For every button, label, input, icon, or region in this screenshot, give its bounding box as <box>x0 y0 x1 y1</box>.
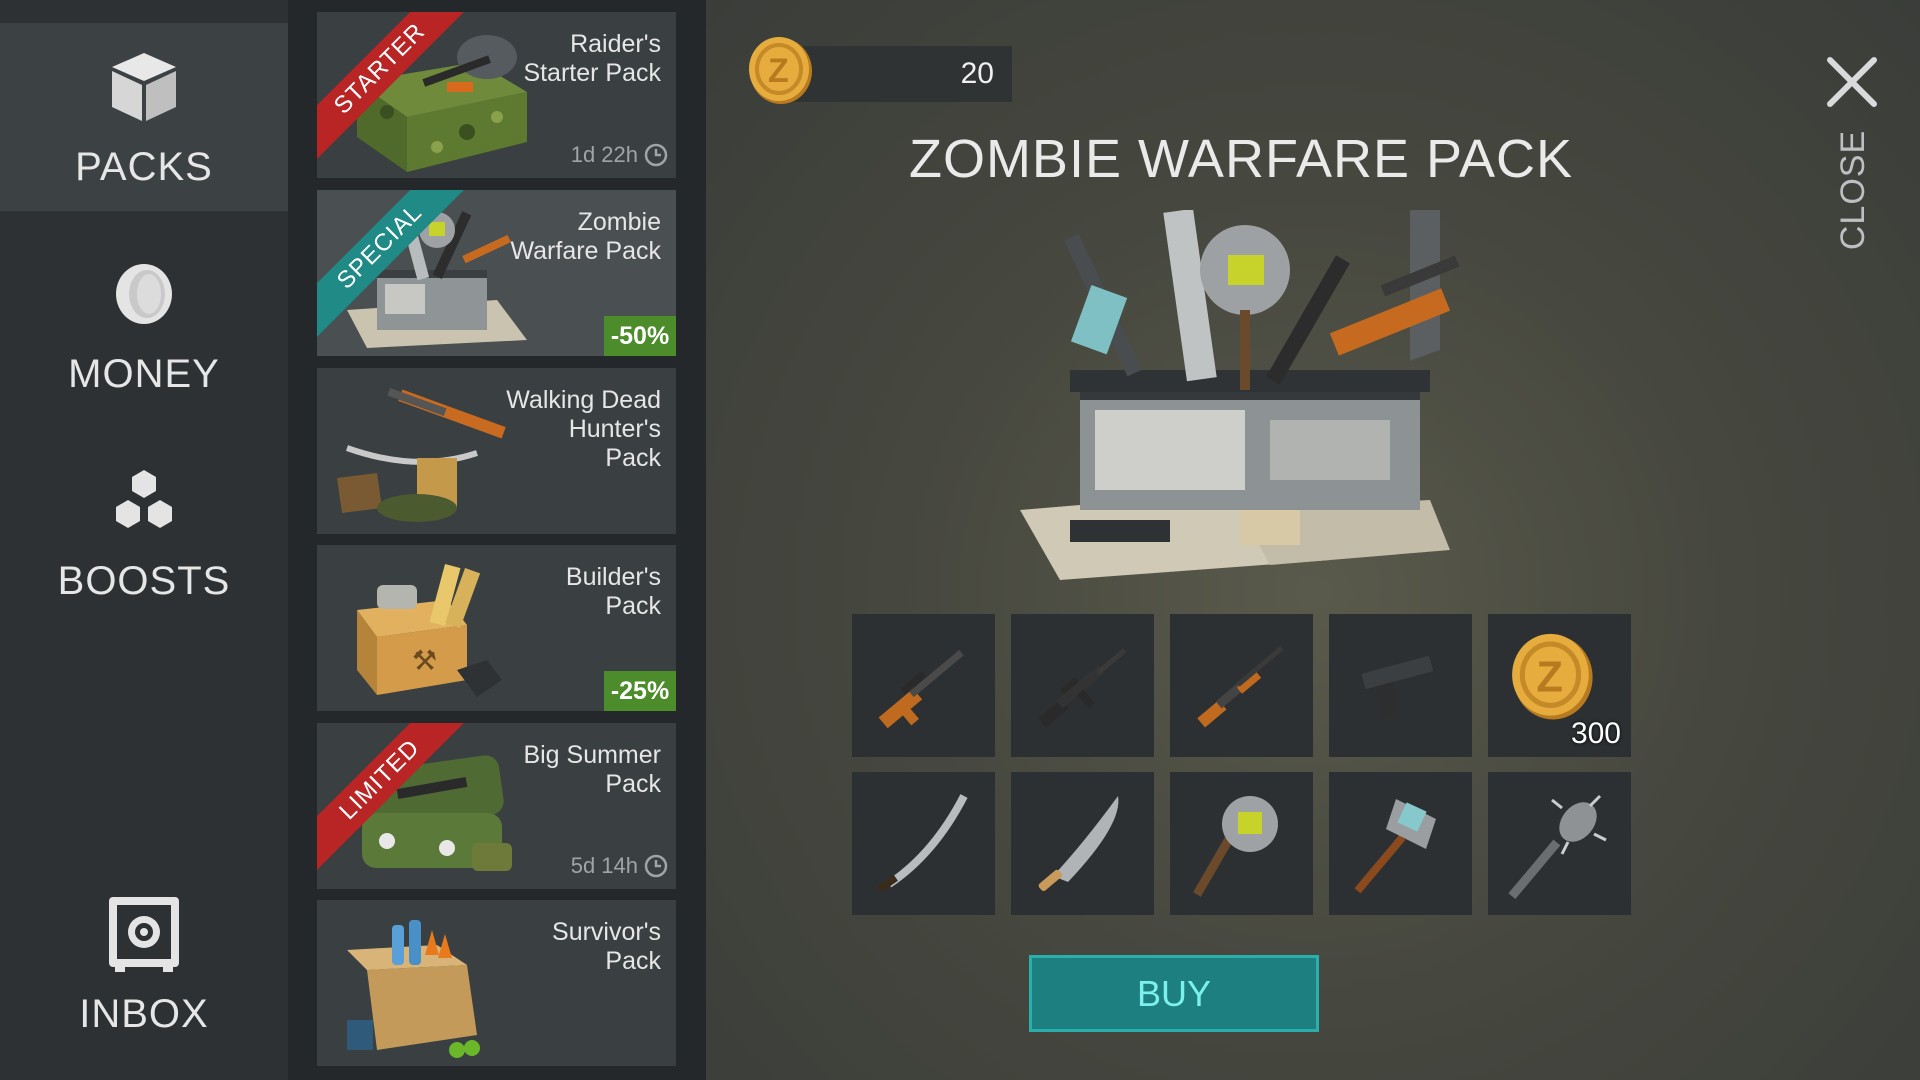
zcoin-icon: Z <box>749 37 812 104</box>
item-slot[interactable] <box>1329 772 1472 915</box>
page-title: ZOMBIE WARFARE PACK <box>908 129 1574 189</box>
pack-card-survivors[interactable]: Survivor's Pack <box>317 900 676 1066</box>
pack-timer-text: 5d 14h <box>570 853 638 878</box>
item-slot[interactable] <box>1011 614 1154 757</box>
sidebar-item-label: PACKS <box>75 145 213 189</box>
sledgehammer-icon <box>1353 798 1436 893</box>
sidebar-item-packs[interactable]: PACKS <box>0 23 288 211</box>
discount-badge: -25% <box>604 671 676 711</box>
pack-card-hunters[interactable]: Walking Dead Hunter's Pack <box>317 368 676 534</box>
pack-card-raiders-starter[interactable]: STARTER Raider's Starter Pack 1d 22h <box>317 12 676 178</box>
sidebar-item-inbox[interactable]: INBOX <box>0 870 288 1058</box>
pack-timer-text: 1d 22h <box>570 142 638 167</box>
close-label[interactable]: CLOSE <box>1803 130 1903 250</box>
box-icon <box>104 47 184 127</box>
pack-list: STARTER Raider's Starter Pack 1d 22h SPE… <box>288 0 706 1080</box>
zcoin-icon: Z <box>1511 633 1593 719</box>
boosts-icon <box>109 461 179 541</box>
sidebar-item-label: BOOSTS <box>57 559 231 603</box>
pack-timer: 5d 14h <box>571 853 668 879</box>
pack-name: Survivor's Pack <box>552 918 661 975</box>
pack-name: Big Summer Pack <box>523 741 661 798</box>
item-slot[interactable] <box>852 772 995 915</box>
currency-value: 20 <box>960 57 994 90</box>
svg-text:Z: Z <box>768 52 789 90</box>
pack-timer: 1d 22h <box>571 142 668 168</box>
pack-card-big-summer[interactable]: LIMITED Big Summer Pack 5d 14h <box>317 723 676 889</box>
spiked-club-icon <box>1507 794 1607 899</box>
zombie-warfare-crate-icon <box>1020 210 1460 580</box>
pack-name: Builder's Pack <box>565 563 661 620</box>
item-slot[interactable] <box>1329 614 1472 757</box>
buy-button[interactable]: BUY <box>1029 955 1319 1032</box>
category-sidebar: PACKS MONEY BOOSTS INBOX <box>0 0 288 1080</box>
sawblade-axe-icon <box>1192 795 1278 897</box>
pack-card-zombie-warfare[interactable]: SPECIAL Zombie Warfare Pack -50% <box>317 190 676 356</box>
safe-icon <box>107 894 181 974</box>
pack-name: Walking Dead Hunter's Pack <box>506 386 661 472</box>
sidebar-item-label: INBOX <box>79 992 209 1036</box>
item-slot[interactable] <box>1170 772 1313 915</box>
coin-icon <box>109 254 179 334</box>
machete-icon <box>1038 795 1118 891</box>
pack-name: Zombie Warfare Pack <box>510 208 661 265</box>
sidebar-item-label: MONEY <box>68 352 220 396</box>
pack-name: Raider's Starter Pack <box>523 30 661 87</box>
clock-icon <box>644 854 668 878</box>
sniper-rifle-icon <box>878 649 964 728</box>
svg-text:⚒: ⚒ <box>412 644 437 677</box>
assault-rifle-icon <box>1037 647 1126 727</box>
clock-icon <box>644 143 668 167</box>
item-slot[interactable] <box>1011 772 1154 915</box>
pack-card-builders[interactable]: ⚒ Builder's Pack -25% <box>317 545 676 711</box>
shotgun-icon <box>1196 645 1283 727</box>
item-slot[interactable]: Z 300 <box>1488 614 1631 757</box>
katana-icon <box>877 793 968 892</box>
item-slot[interactable] <box>1170 614 1313 757</box>
sidebar-item-money[interactable]: MONEY <box>0 230 288 418</box>
currency-display: 20 Z <box>746 37 1012 104</box>
pistol-icon <box>1361 655 1433 720</box>
pack-contents-grid: Z 300 <box>852 614 1632 915</box>
item-slot[interactable] <box>1488 772 1631 915</box>
close-icon[interactable] <box>1822 52 1882 112</box>
sidebar-item-boosts[interactable]: BOOSTS <box>0 437 288 625</box>
discount-badge: -50% <box>604 316 676 356</box>
item-quantity: 300 <box>1570 717 1621 750</box>
pack-detail-panel: 20 Z ZOMBIE WARFARE PACK CLOSE Z 300 BUY <box>706 0 1920 1080</box>
svg-text:Z: Z <box>1536 653 1563 701</box>
item-slot[interactable] <box>852 614 995 757</box>
